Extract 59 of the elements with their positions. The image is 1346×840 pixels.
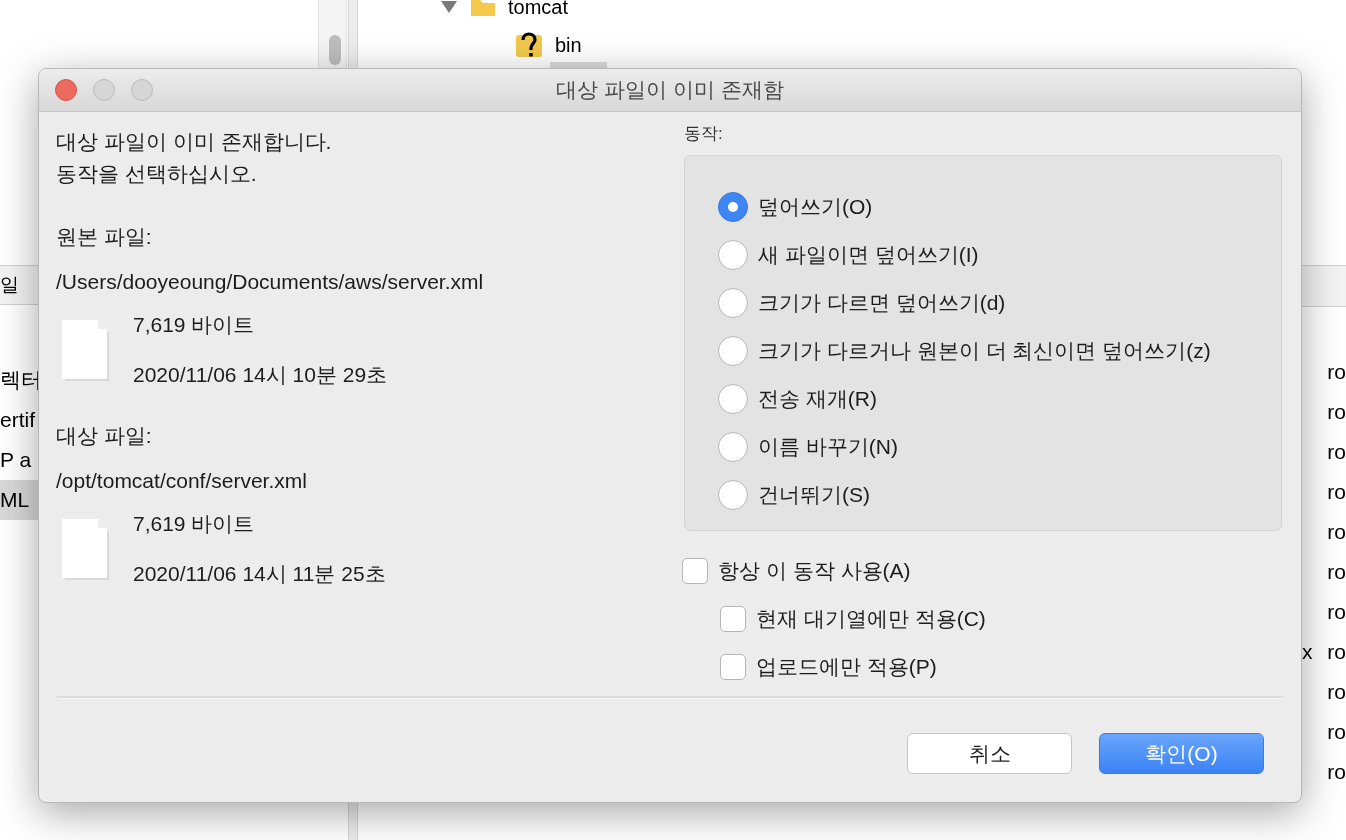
radio-label[interactable]: 크기가 다르거나 원본이 더 최신이면 덮어쓰기(z): [758, 337, 1211, 365]
radio-button[interactable]: [718, 240, 748, 270]
list-item[interactable]: ML: [0, 480, 40, 520]
zoom-button[interactable]: [131, 79, 153, 101]
checkbox[interactable]: [720, 654, 746, 680]
checkbox-label[interactable]: 현재 대기열에만 적용(C): [756, 605, 986, 633]
radio-button[interactable]: [718, 384, 748, 414]
radio-label[interactable]: 전송 재개(R): [758, 385, 877, 413]
checkbox-label[interactable]: 업로드에만 적용(P): [756, 653, 937, 681]
radio-button[interactable]: [718, 480, 748, 510]
table-cell: ro: [1327, 560, 1346, 584]
minimize-button[interactable]: [93, 79, 115, 101]
checkbox[interactable]: [682, 558, 708, 584]
file-path: /Users/dooyeoung/Documents/aws/server.xml: [56, 270, 484, 293]
file-path: /opt/tomcat/conf/server.xml: [56, 469, 307, 492]
group-label: 동작:: [684, 124, 723, 143]
table-cell: ro: [1327, 760, 1346, 784]
radio-label[interactable]: 이름 바꾸기(N): [758, 433, 898, 461]
file-label: 원본 파일:: [56, 225, 152, 248]
table-cell: ro: [1327, 480, 1346, 504]
expanded-triangle-icon[interactable]: [440, 0, 458, 14]
close-button[interactable]: [55, 79, 77, 101]
radio-button[interactable]: [718, 336, 748, 366]
table-cell: ro: [1327, 360, 1346, 384]
scrollbar[interactable]: [318, 0, 347, 68]
message-text: 동작을 선택하십시오.: [56, 161, 258, 187]
window-title: 대상 파일이 이미 존재함: [555, 77, 785, 103]
radio-button[interactable]: [718, 192, 748, 222]
radio-label[interactable]: 크기가 다르면 덮어쓰기(d): [758, 289, 1006, 317]
question-folder-icon: [515, 31, 543, 59]
table-cell: ro: [1327, 640, 1346, 664]
file-date: 2020/11/06 14시 10분 29초: [133, 362, 388, 388]
radio-button[interactable]: [718, 432, 748, 462]
cancel-button[interactable]: 취소: [907, 733, 1072, 774]
table-cell: ro: [1327, 520, 1346, 544]
message-text: 대상 파일이 이미 존재합니다.: [56, 129, 333, 155]
file-size: 7,619 바이트: [133, 511, 256, 537]
radio-label[interactable]: 덮어쓰기(O): [758, 193, 873, 221]
scrollbar-thumb[interactable]: [329, 35, 341, 65]
table-cell: ro: [1327, 600, 1346, 624]
file-size: 7,619 바이트: [133, 312, 256, 338]
list-item[interactable]: P a: [0, 440, 40, 480]
table-cell: ro: [1327, 400, 1346, 424]
column-header[interactable]: 일: [0, 265, 40, 305]
radio-label[interactable]: 건너뛰기(S): [758, 481, 870, 509]
radio-label[interactable]: 새 파일이면 덮어쓰기(I): [758, 241, 979, 269]
radio-button[interactable]: [718, 288, 748, 318]
file-label: 대상 파일:: [56, 424, 152, 447]
table-cell: ro: [1327, 440, 1346, 464]
tree-item[interactable]: tomcat: [508, 0, 569, 19]
checkbox-label[interactable]: 항상 이 동작 사용(A): [718, 557, 911, 585]
table-cell: ro: [1327, 720, 1346, 744]
tree-item[interactable]: bin: [555, 33, 582, 57]
list-item[interactable]: ertif: [0, 400, 40, 440]
table-cell: ro: [1327, 680, 1346, 704]
checkbox[interactable]: [720, 606, 746, 632]
file-date: 2020/11/06 14시 11분 25초: [133, 561, 386, 587]
folder-icon: [470, 0, 496, 17]
table-cell-text: x: [1301, 640, 1314, 664]
